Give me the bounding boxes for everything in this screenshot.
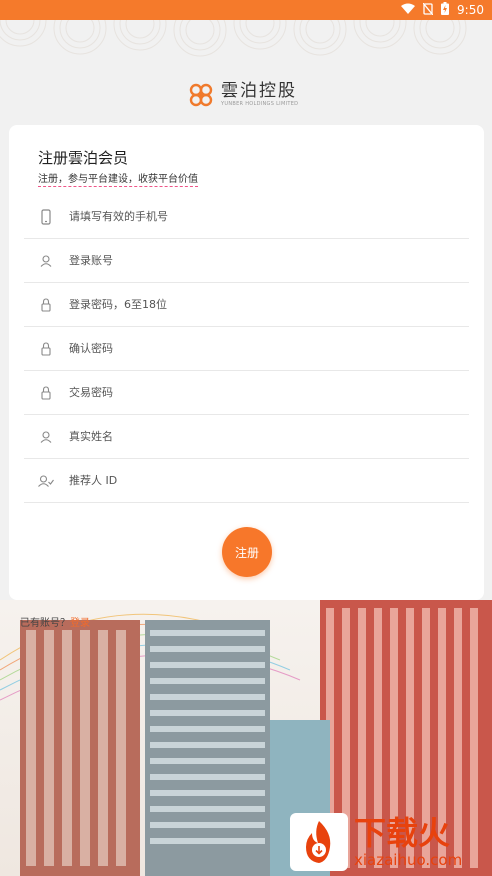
phone-field-row [24, 195, 469, 239]
battery-icon [441, 2, 450, 18]
trade-password-input[interactable] [69, 386, 429, 399]
brand-mark-icon [189, 83, 213, 107]
lock-icon [36, 385, 56, 400]
decorative-swirl [0, 20, 492, 65]
password-input[interactable] [69, 298, 429, 311]
login-link[interactable]: 登录 [70, 618, 90, 629]
clock: 9:50 [457, 3, 484, 17]
phone-icon [36, 208, 56, 225]
user-icon [36, 254, 56, 267]
flame-icon [290, 813, 348, 871]
watermark-cn: 下载火 [354, 814, 451, 852]
brand-name: 雲泊控股 [221, 81, 297, 101]
register-card: 注册雲泊会员 注册，参与平台建设，收获平台价值 请填写有效的手机号 登录账号 真… [9, 125, 484, 600]
watermark: 下载火 xiazaihuo.com [290, 812, 490, 872]
trade-password-field-row [24, 371, 469, 415]
referrer-input[interactable] [69, 474, 429, 487]
login-prompt-text: 已有账号？ [20, 618, 70, 629]
confirm-password-field-row [24, 327, 469, 371]
account-field-row [24, 239, 469, 283]
confirm-password-input[interactable] [69, 342, 429, 355]
status-bar: 9:50 [0, 0, 492, 20]
account-input[interactable] [69, 254, 429, 267]
password-field-row [24, 283, 469, 327]
login-prompt: 已有账号？登录 [20, 614, 90, 629]
form-subtitle: 注册，参与平台建设，收获平台价值 [38, 170, 198, 187]
brand-name-en: YUNBER HOLDINGS LIMITED [221, 101, 299, 107]
wifi-icon [401, 3, 416, 17]
referrer-field-row [24, 459, 469, 503]
phone-input[interactable] [69, 210, 429, 223]
real-name-field-row [24, 415, 469, 459]
watermark-en: xiazaihuo.com [354, 851, 463, 869]
form-title: 注册雲泊会员 [38, 149, 129, 167]
lock-icon [36, 341, 56, 356]
lock-icon [36, 297, 56, 312]
register-button[interactable]: 注册 [222, 527, 272, 577]
no-sim-icon [422, 2, 434, 18]
user-check-icon [36, 474, 56, 487]
brand-logo: 雲泊控股 YUNBER HOLDINGS LIMITED [187, 80, 305, 110]
real-name-input[interactable] [69, 430, 429, 443]
user-icon [36, 430, 56, 443]
